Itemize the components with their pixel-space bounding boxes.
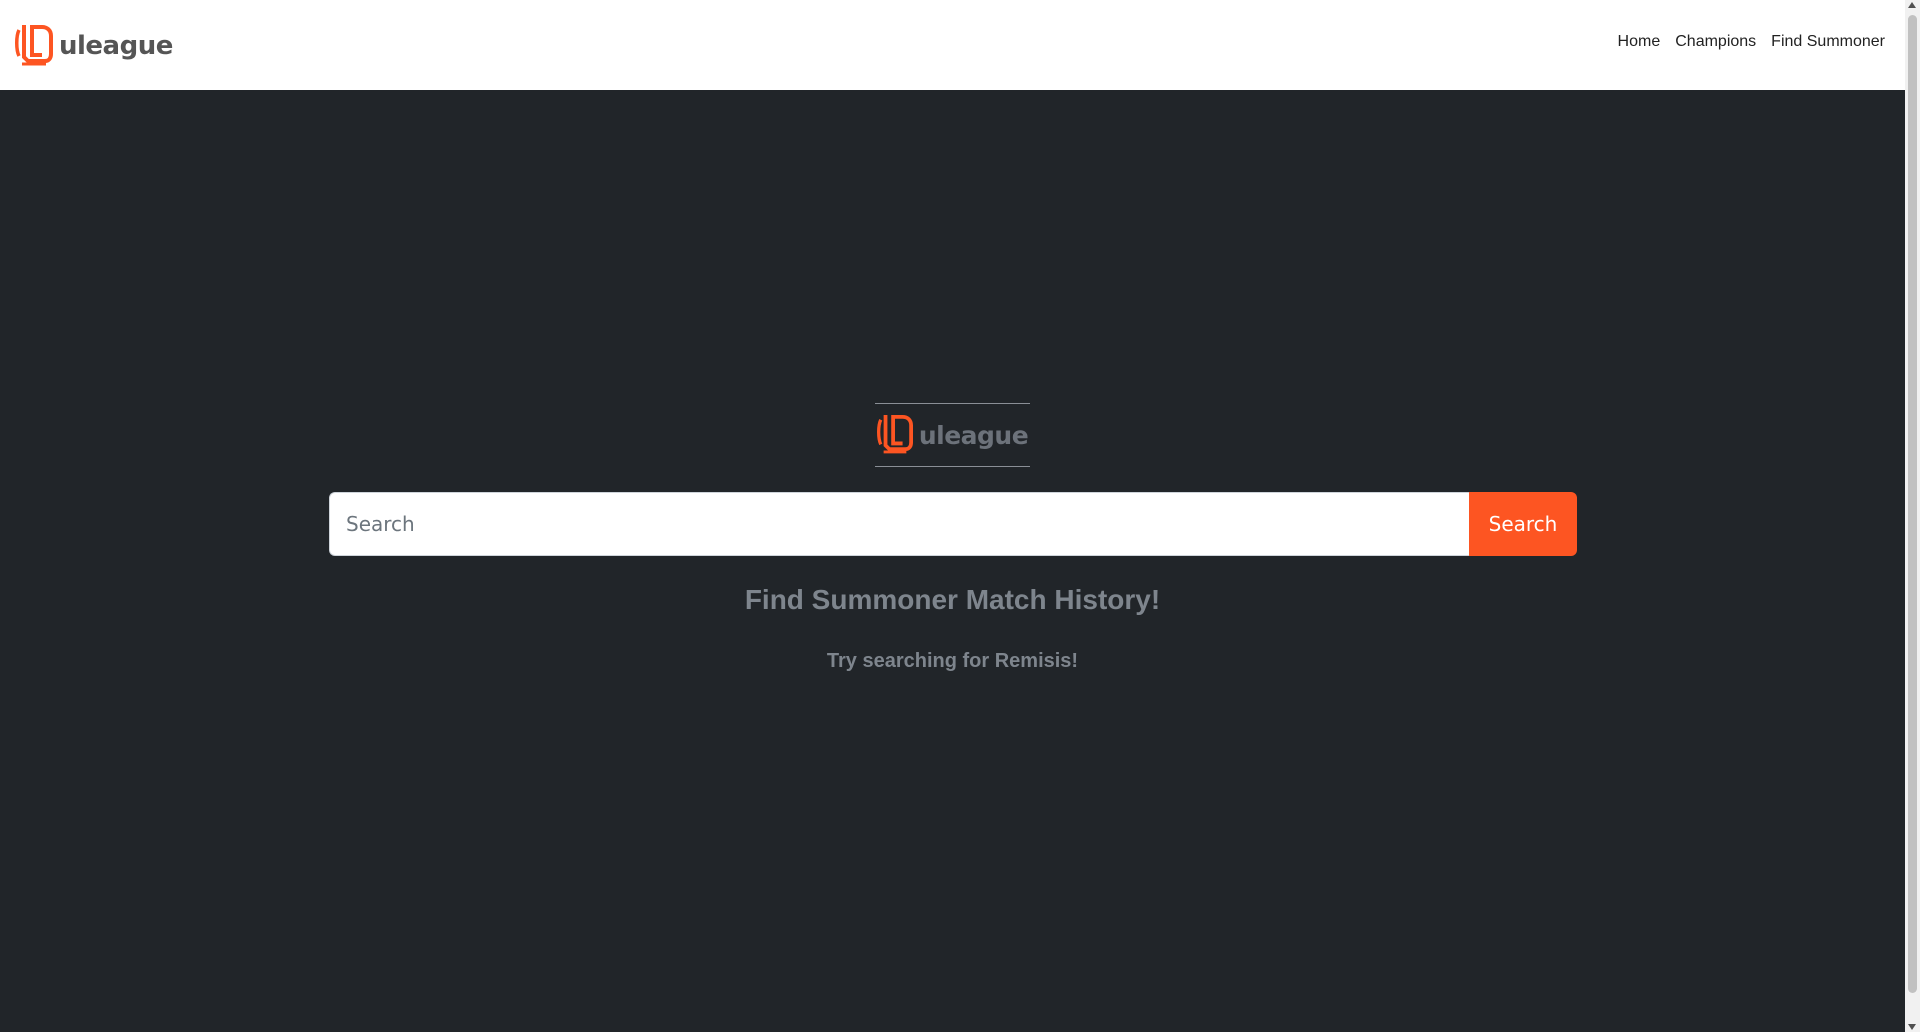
hero-logo: uleague [875,403,1030,467]
page-headline: Find Summoner Match History! [744,584,1161,615]
search-form: Search [329,492,1577,556]
nav-link-home[interactable]: Home [1618,33,1661,51]
scrollbar-thumb[interactable] [1908,15,1917,993]
search-button[interactable]: Search [1469,492,1577,556]
page: uleague Home Champions Find Summoner ule… [0,0,1905,1032]
hero-logo-text: uleague [918,420,1029,450]
nav-link-champions[interactable]: Champions [1675,33,1756,51]
scroll-up-arrow-icon[interactable] [1908,2,1916,8]
uleague-logo-icon [876,412,913,459]
search-hint: Try searching for Remisis! [826,650,1079,672]
nav-link-find-summoner[interactable]: Find Summoner [1771,33,1885,51]
nav-links: Home Champions Find Summoner [1618,33,1885,51]
scroll-down-arrow-icon[interactable] [1908,1024,1916,1030]
uleague-logo-icon [15,22,53,71]
brand-logo-link[interactable]: uleague [15,24,173,68]
search-input[interactable] [329,492,1469,556]
brand-name: uleague [59,31,173,61]
top-navbar: uleague Home Champions Find Summoner [0,0,1905,90]
vertical-scrollbar[interactable] [1905,0,1920,1032]
